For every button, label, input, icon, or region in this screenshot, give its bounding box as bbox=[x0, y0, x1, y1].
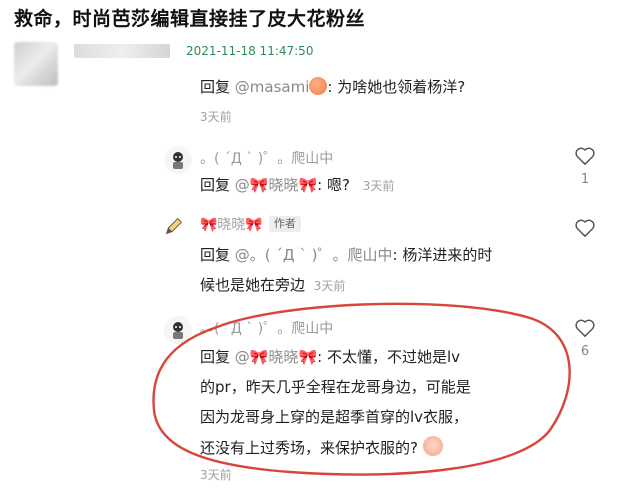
reply-prefix: 回复 bbox=[200, 78, 231, 96]
reply-prefix: 回复 bbox=[200, 246, 231, 264]
reply-body: 候也是她在旁边 bbox=[200, 276, 306, 294]
time-ago: 3天前 bbox=[362, 179, 395, 193]
reply-body: : 为啥她也领着杨洋? bbox=[327, 78, 466, 96]
reply-text-line2: 候也是她在旁边 3天前 bbox=[200, 274, 345, 295]
pen-avatar-icon bbox=[165, 217, 183, 235]
username[interactable]: 。( ´Д ` )゜。爬山中 bbox=[200, 148, 333, 168]
author-badge: 作者 bbox=[268, 216, 301, 232]
username-blurred[interactable] bbox=[74, 44, 170, 58]
reply-text: 回复 @masami : 为啥她也领着杨洋? bbox=[200, 76, 465, 97]
avatar[interactable] bbox=[164, 146, 192, 174]
timestamp: 2021-11-18 11:47:50 bbox=[186, 44, 314, 58]
reply-text: 回复 @。( ´Д ` )゜。爬山中: 杨洋进来的时 bbox=[200, 244, 492, 265]
peach-emoji bbox=[309, 77, 328, 95]
heart-outline-icon[interactable] bbox=[574, 218, 596, 238]
avatar[interactable] bbox=[14, 42, 58, 86]
like-count: 1 bbox=[580, 172, 590, 187]
reply-body: : 嗯? bbox=[317, 176, 350, 194]
mention-link[interactable]: @🎀晓晓🎀 bbox=[235, 176, 317, 194]
mention-link[interactable]: @masami bbox=[235, 78, 310, 96]
reply-prefix: 回复 bbox=[200, 176, 231, 194]
annotation-circle bbox=[152, 302, 571, 476]
time-ago: 3天前 bbox=[200, 110, 232, 124]
reply-text: 回复 @🎀晓晓🎀: 嗯? 3天前 bbox=[200, 174, 394, 195]
cartoon-avatar-icon bbox=[173, 152, 183, 169]
username-text: 🎀晓晓🎀 bbox=[200, 217, 263, 233]
avatar[interactable] bbox=[160, 212, 188, 240]
time-ago: 3天前 bbox=[313, 279, 346, 293]
username[interactable]: 🎀晓晓🎀 作者 bbox=[200, 214, 301, 234]
heart-outline-icon[interactable] bbox=[574, 146, 596, 166]
mention-link[interactable]: @。( ´Д ` )゜。爬山中 bbox=[235, 246, 393, 264]
post-title: 救命，时尚芭莎编辑直接挂了皮大花粉丝 bbox=[14, 8, 366, 30]
reply-body: : 杨洋进来的时 bbox=[392, 246, 493, 264]
